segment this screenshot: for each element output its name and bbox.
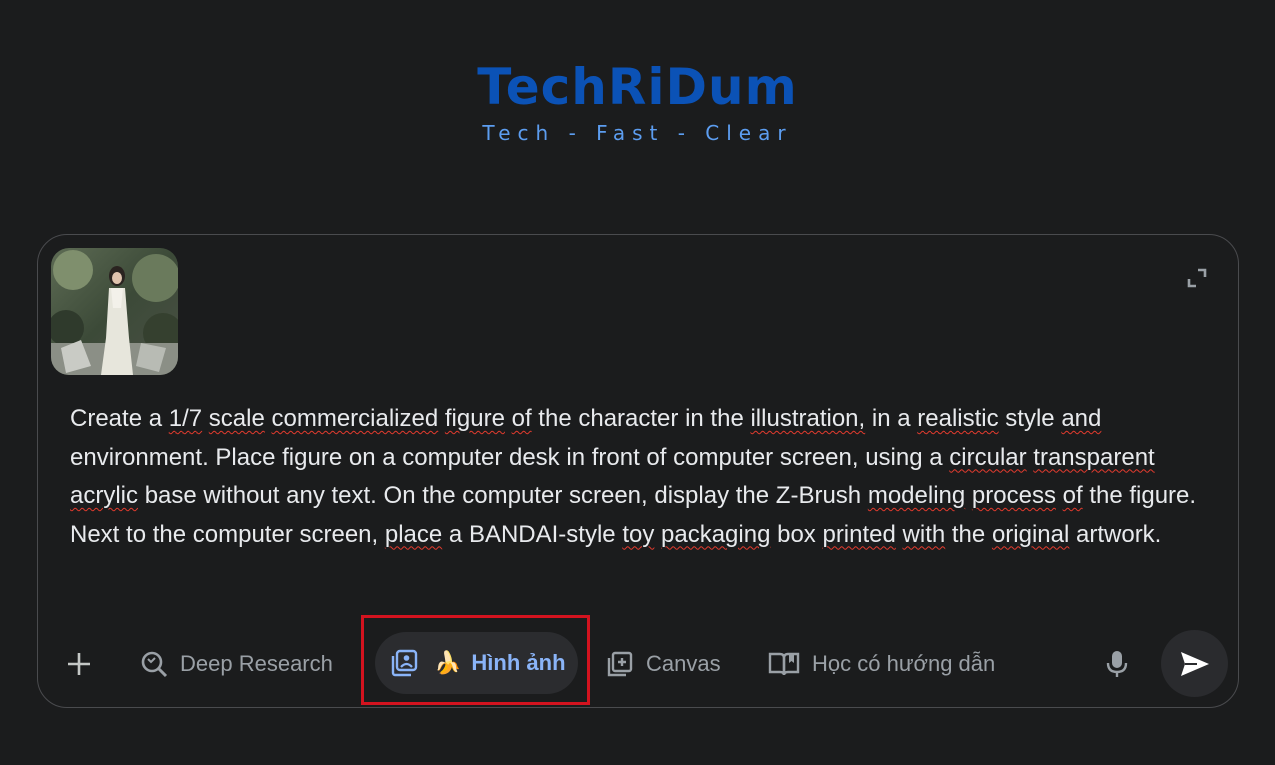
send-button[interactable]	[1161, 630, 1228, 697]
prompt-word: screen,	[568, 482, 648, 509]
attached-image-thumbnail[interactable]	[51, 248, 178, 375]
add-attachment-button[interactable]	[66, 630, 92, 698]
prompt-word: computer	[462, 482, 563, 509]
composer-toolbar: Deep Research 🍌 Hình ảnh Canvas Học có h…	[38, 630, 1238, 698]
prompt-word: any	[286, 482, 325, 509]
prompt-word: computer	[673, 443, 774, 471]
prompt-word: artwork.	[1076, 520, 1162, 548]
prompt-word: using	[865, 443, 923, 471]
images-tool-button[interactable]: 🍌 Hình ảnh	[375, 632, 578, 694]
deep-research-button[interactable]: Deep Research	[140, 630, 333, 698]
prompt-word: on	[348, 443, 376, 471]
prompt-word: packaging	[661, 520, 771, 548]
prompt-word: front	[591, 443, 640, 471]
image-gallery-icon	[391, 649, 418, 677]
prompt-word: base	[144, 482, 197, 509]
prompt-word: of	[511, 405, 532, 432]
prompt-word: scale	[208, 405, 265, 432]
prompt-word: a	[148, 405, 163, 432]
prompt-word: computer	[192, 520, 293, 548]
prompt-word: place	[384, 520, 443, 548]
prompt-word: a	[897, 405, 911, 432]
send-arrow-icon	[1180, 651, 1209, 676]
prompt-word: desk	[508, 443, 560, 471]
prompt-word: screen,	[299, 520, 379, 548]
photo-preview	[51, 248, 178, 375]
prompt-word: of	[646, 443, 667, 471]
guided-learning-button[interactable]: Học có hướng dẫn	[768, 630, 995, 698]
prompt-word: the	[152, 520, 187, 548]
prompt-word: in	[566, 443, 586, 471]
brand-tagline: Tech - Fast - Clear	[482, 121, 793, 145]
prompt-word: original	[991, 520, 1070, 548]
prompt-word: the	[422, 482, 456, 509]
prompt-word: figure.	[1129, 482, 1197, 509]
expand-icon[interactable]	[1186, 267, 1208, 289]
prompt-word: modeling	[867, 482, 966, 509]
prompt-text[interactable]: Create a 1/7 scale commercialized figure…	[70, 400, 1210, 554]
prompt-word: character	[578, 405, 679, 432]
prompt-word: and	[1061, 405, 1102, 432]
microphone-icon	[1106, 651, 1128, 677]
prompt-word: Next	[70, 520, 120, 548]
prompt-word: a	[448, 520, 463, 548]
prompt-word: text.	[331, 482, 377, 509]
prompt-word: box	[777, 520, 816, 548]
canvas-label: Canvas	[646, 651, 721, 676]
prompt-word: the	[710, 405, 744, 432]
banana-emoji-icon: 🍌	[434, 650, 462, 675]
plus-icon	[68, 653, 90, 675]
prompt-word: BANDAI-style	[468, 520, 616, 548]
prompt-word: the	[735, 482, 770, 509]
prompt-word: figure	[444, 405, 505, 432]
prompt-word: in	[685, 405, 704, 432]
prompt-word: illustration,	[750, 405, 866, 432]
open-book-icon	[768, 652, 800, 676]
prompt-word: Create	[70, 405, 143, 432]
prompt-word: transparent	[1033, 443, 1155, 471]
prompt-word: style	[1005, 405, 1055, 432]
prompt-composer[interactable]: Create a 1/7 scale commercialized figure…	[37, 234, 1239, 708]
canvas-plus-icon	[607, 651, 633, 677]
prompt-word: a	[382, 443, 396, 471]
prompt-word: commercialized	[271, 405, 439, 432]
prompt-word: printed	[822, 520, 896, 548]
prompt-word: the	[951, 520, 986, 548]
prompt-word: acrylic	[70, 482, 139, 509]
prompt-word: in	[871, 405, 891, 432]
deep-research-label: Deep Research	[180, 651, 333, 676]
prompt-word: Z-Brush	[775, 482, 862, 509]
guided-learning-label: Học có hướng dẫn	[812, 651, 996, 676]
prompt-word: circular	[949, 443, 1027, 471]
prompt-word: computer	[402, 443, 503, 471]
prompt-word: figure	[282, 443, 343, 471]
prompt-word: the	[1089, 482, 1123, 509]
images-label: Hình ảnh	[471, 650, 566, 675]
prompt-word: Place	[215, 443, 276, 471]
prompt-word: toy	[622, 520, 655, 548]
prompt-word: to	[126, 520, 147, 548]
prompt-word: display	[654, 482, 730, 509]
brand-title: TechRiDum	[477, 58, 798, 116]
page: TechRiDum Tech - Fast - Clear Create a 1…	[0, 0, 1275, 765]
microphone-button[interactable]	[1106, 630, 1128, 698]
prompt-word: realistic	[917, 405, 999, 432]
prompt-word: 1/7	[168, 405, 203, 432]
prompt-word: without	[203, 482, 280, 509]
prompt-word: screen,	[779, 443, 859, 471]
prompt-word: On	[383, 482, 416, 509]
prompt-word: with	[902, 520, 946, 548]
prompt-word: of	[1062, 482, 1083, 509]
prompt-word: the	[538, 405, 572, 432]
brand-header: TechRiDum Tech - Fast - Clear	[0, 56, 1275, 146]
prompt-word: a	[929, 443, 943, 471]
deep-research-icon	[141, 651, 168, 678]
canvas-button[interactable]: Canvas	[606, 630, 721, 698]
prompt-word: process	[971, 482, 1056, 509]
prompt-word: environment.	[70, 443, 209, 471]
